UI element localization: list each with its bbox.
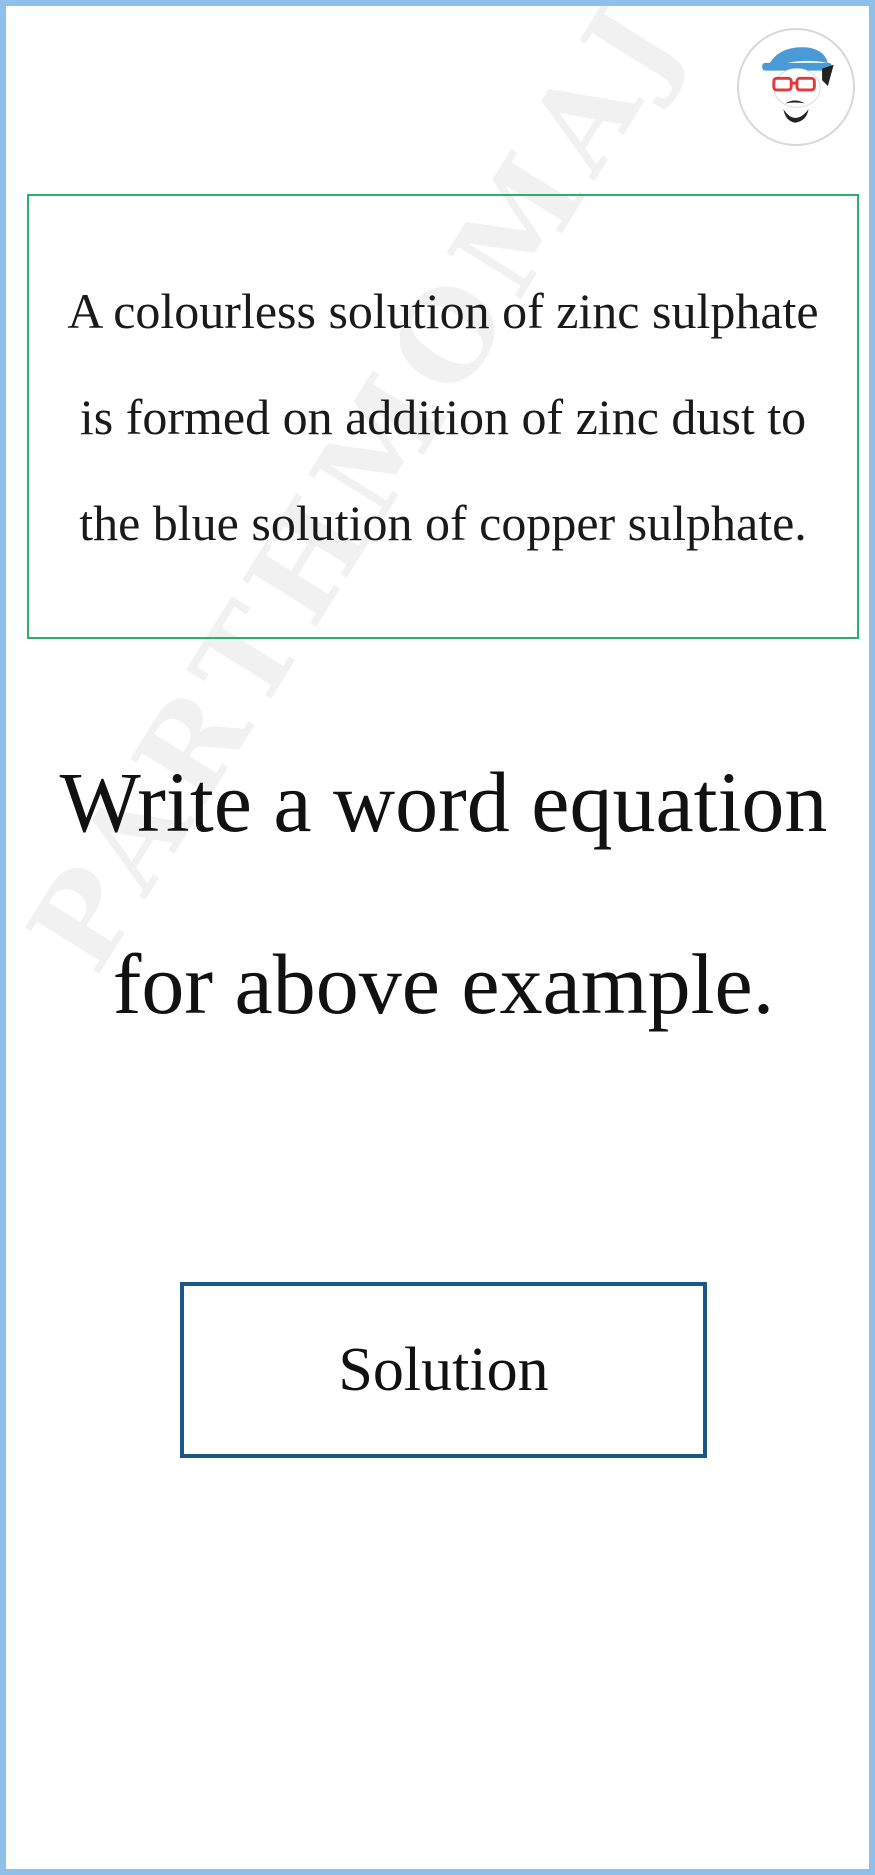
question-text: A colourless solution of zinc sulphate i… bbox=[67, 282, 819, 551]
solution-button[interactable]: Solution bbox=[180, 1282, 707, 1458]
cartoon-avatar-icon bbox=[762, 47, 834, 123]
avatar bbox=[737, 28, 855, 146]
prompt-heading: Write a word equation for above example. bbox=[59, 754, 828, 1032]
question-box: A colourless solution of zinc sulphate i… bbox=[27, 194, 859, 639]
solution-button-label: Solution bbox=[338, 1335, 549, 1404]
page-frame: PARTHMOMAJ A colourless solution of zinc… bbox=[0, 0, 875, 1875]
